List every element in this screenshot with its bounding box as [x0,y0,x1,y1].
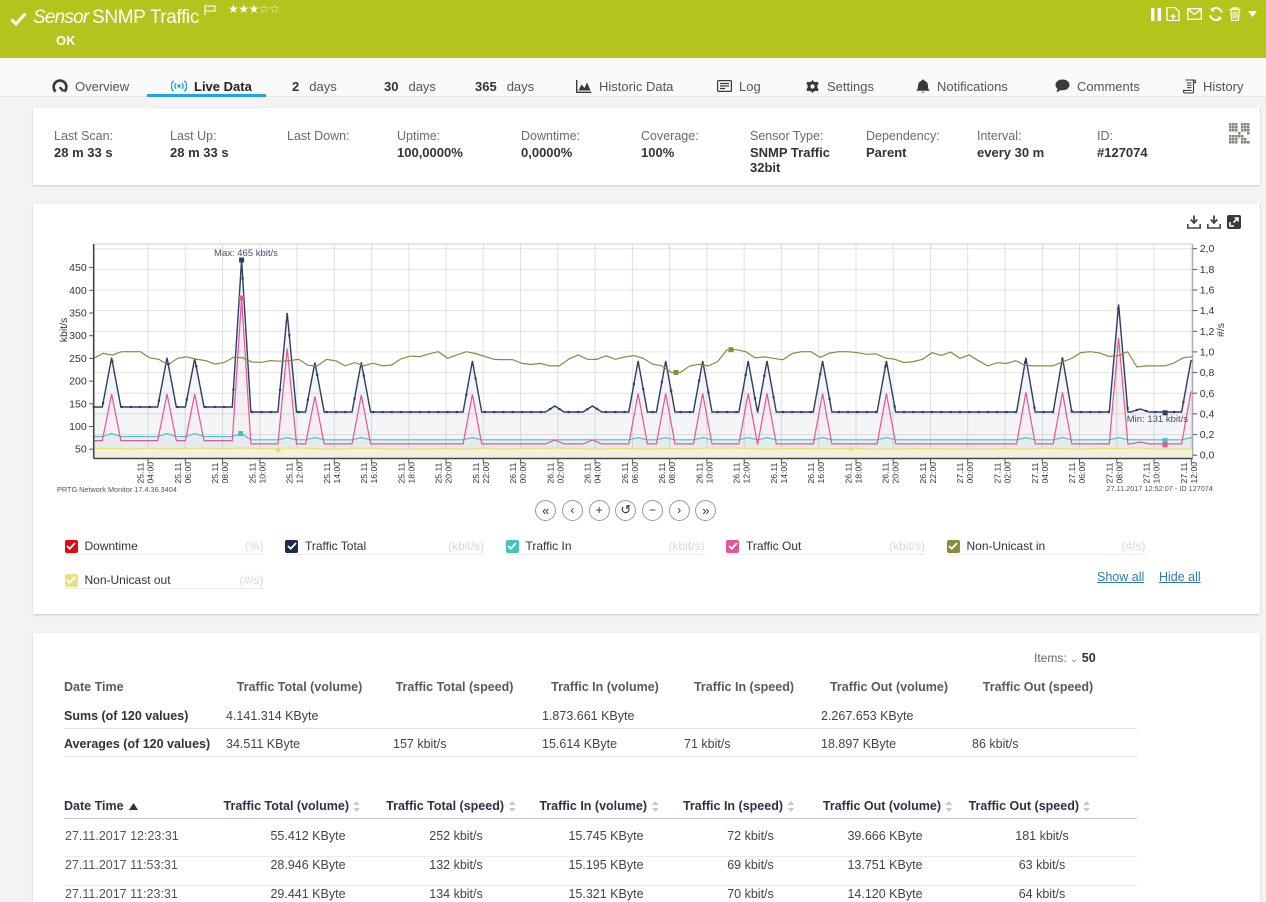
svg-text:26.1120:00: 26.1120:00 [881,462,901,484]
svg-text:150: 150 [69,398,87,410]
svg-text:25.1118:00: 25.1118:00 [396,462,416,484]
svg-text:200: 200 [69,376,87,388]
svg-text:26.1112:00: 26.1112:00 [732,462,752,484]
svg-text:Min: 131 kbit/s: Min: 131 kbit/s [1127,414,1188,425]
svg-text:2,0: 2,0 [1200,243,1215,255]
svg-text:26.1116:00: 26.1116:00 [806,462,826,484]
svg-text:350: 350 [69,308,87,320]
svg-text:0,6: 0,6 [1200,388,1215,400]
svg-text:0,0: 0,0 [1200,450,1215,462]
svg-text:26.1110:00: 26.1110:00 [694,462,714,484]
svg-text:26.1122:00: 26.1122:00 [918,462,938,484]
svg-text:0,2: 0,2 [1200,429,1215,441]
svg-text:26.1102:00: 26.1102:00 [545,462,565,484]
svg-text:25.1120:00: 25.1120:00 [434,462,454,484]
svg-text:1,0: 1,0 [1200,346,1215,358]
svg-text:26.1114:00: 26.1114:00 [769,462,789,484]
svg-text:26.1106:00: 26.1106:00 [620,462,640,484]
svg-text:27.1102:00: 27.1102:00 [993,462,1013,484]
svg-text:25.1112:00: 25.1112:00 [285,462,305,484]
svg-text:25.1110:00: 25.1110:00 [247,462,267,484]
svg-text:1,8: 1,8 [1200,264,1215,276]
svg-text:1,4: 1,4 [1200,305,1215,317]
svg-text:25.1106:00: 25.1106:00 [173,462,193,484]
svg-text:25.1108:00: 25.1108:00 [210,462,230,484]
svg-text:#/s: #/s [1215,323,1227,337]
svg-text:26.1108:00: 26.1108:00 [657,462,677,484]
svg-text:250: 250 [69,353,87,365]
svg-text:1,2: 1,2 [1200,326,1215,338]
svg-text:27.1106:00: 27.1106:00 [1067,462,1087,484]
svg-text:400: 400 [69,285,87,297]
svg-text:25.1122:00: 25.1122:00 [471,462,491,484]
svg-text:26.1104:00: 26.1104:00 [583,462,603,484]
svg-text:26.1118:00: 26.1118:00 [844,462,864,484]
svg-text:0,4: 0,4 [1200,408,1215,420]
svg-text:26.1100:00: 26.1100:00 [508,462,528,484]
svg-text:Max: 465 kbit/s: Max: 465 kbit/s [214,248,278,259]
svg-text:PRTG Network Monitor 17.4.36.3: PRTG Network Monitor 17.4.36.3404 [57,485,177,494]
svg-text:27.1108:00: 27.1108:00 [1104,462,1124,484]
svg-text:kbit/s: kbit/s [58,318,70,343]
svg-text:50: 50 [75,444,87,456]
svg-text:1,6: 1,6 [1200,285,1215,297]
svg-text:100: 100 [69,421,87,433]
svg-text:27.1100:00: 27.1100:00 [955,462,975,484]
svg-text:450: 450 [69,262,87,274]
svg-text:25.1114:00: 25.1114:00 [322,462,342,484]
svg-text:27.1112:00: 27.1112:00 [1179,462,1199,484]
svg-text:25.1116:00: 25.1116:00 [359,462,379,484]
svg-text:300: 300 [69,330,87,342]
svg-text:25.1104:00: 25.1104:00 [136,462,156,484]
svg-text:27.11.2017 12:52:07 - ID 12707: 27.11.2017 12:52:07 - ID 127074 [1106,484,1213,493]
svg-text:0,8: 0,8 [1200,367,1215,379]
svg-text:27.1104:00: 27.1104:00 [1030,462,1050,484]
svg-text:27.1110:00: 27.1110:00 [1142,462,1162,484]
